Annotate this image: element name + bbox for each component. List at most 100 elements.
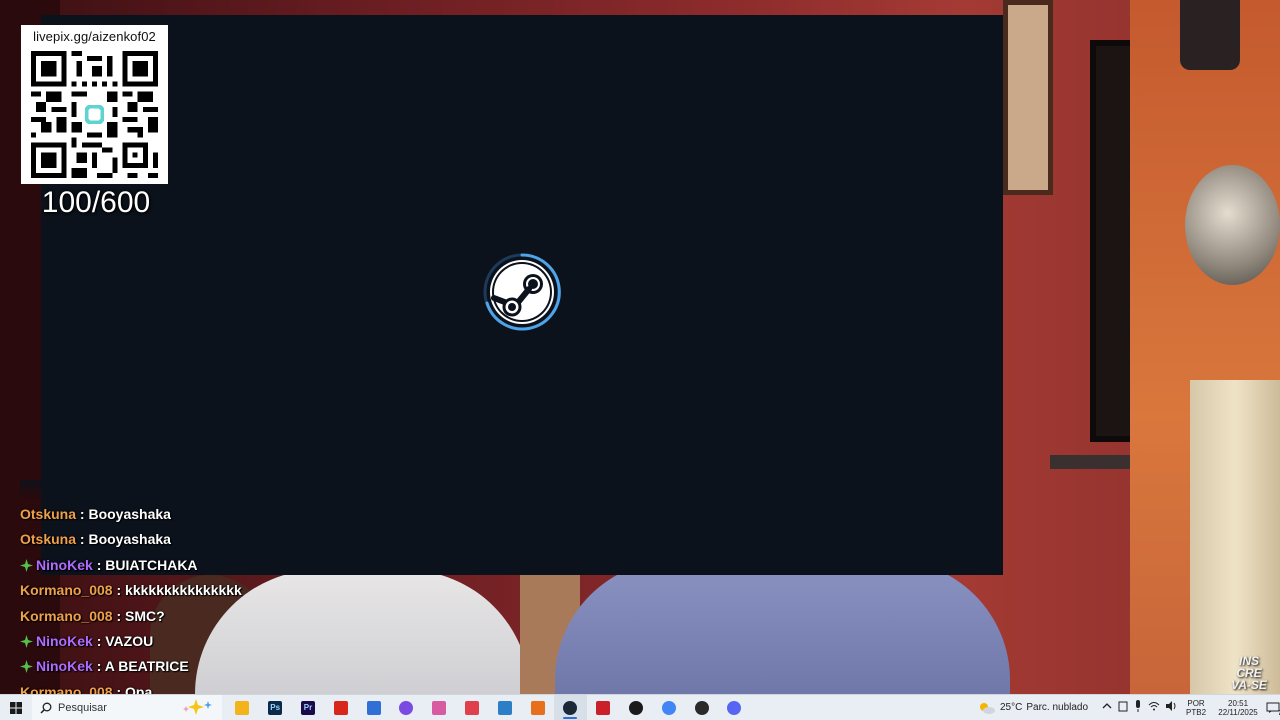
clock-time: 20:51 [1228,698,1249,708]
chat-username[interactable]: Kormano_008 [20,684,113,694]
chat-separator: : [96,633,102,649]
chat-username[interactable]: Kormano_008 [20,608,113,624]
chat-message-text: BUIATCHAKA [105,556,198,573]
chat-message-text: VAZOU [105,633,154,649]
file-explorer-taskbar-button[interactable] [226,695,259,720]
premiere-icon: Pr [300,700,315,715]
notepad-taskbar-button[interactable] [357,695,390,720]
weather-widget[interactable]: 25°C Parc. nublado [978,701,1088,715]
dark-circle-app-icon [628,700,643,715]
chat-message-text: kkkkkkkkkkkkkkk [125,582,242,599]
system-tray: 25°C Parc. nublado POR PTB2 20:51 22/11/… [978,695,1280,720]
start-button[interactable] [0,695,32,720]
chrome-icon [661,700,676,715]
chat-fade-top [20,480,450,498]
app-label: Pr [303,703,313,712]
taskbar-search-box[interactable]: Pesquisar [32,695,222,720]
chat-separator: : [116,683,122,694]
livepix-url: livepix.gg/aizenkof02 [33,29,156,44]
chat-message: NinoKek : BUIATCHAKA [20,554,198,576]
volume-icon[interactable] [1166,701,1178,714]
chat-separator: : [116,607,122,624]
donation-goal-counter: 100/600 [41,186,151,219]
book-app-icon [464,700,479,715]
obs-taskbar-button[interactable] [685,695,718,720]
chat-username[interactable]: NinoKek [36,557,93,573]
scene-picture-frame [1003,0,1053,195]
scene-lamp [1180,0,1240,70]
chat-separator: : [116,582,122,599]
chat-message: Kormano_008 : SMC? [20,605,165,627]
chat-message: Otskuna : Booyashaka [20,503,171,525]
input-language[interactable]: POR PTB2 [1184,699,1208,717]
steam-taskbar-button[interactable] [553,695,587,720]
scene-stand [1050,455,1130,469]
obsidian-taskbar-button[interactable] [390,695,423,720]
vscode-like-icon [497,700,512,715]
windows-taskbar: Pesquisar Ps Pr 25°C Parc. nublado POR P… [0,694,1280,720]
chat-separator: : [79,531,85,548]
chat-username[interactable]: NinoKek [36,658,93,674]
obs-icon [694,700,709,715]
subscribe-watermark: INS CRE VA-SE [1224,655,1274,691]
discord-icon [727,700,742,715]
chat-username[interactable]: Otskuna [20,506,76,522]
chrome-taskbar-button[interactable] [652,695,685,720]
notification-center-icon[interactable]: 7 [1266,702,1280,717]
red-diamond-icon [596,700,611,715]
notepad-icon [366,700,381,715]
partly-cloudy-icon [980,702,995,714]
steam-icon [563,700,578,715]
search-placeholder: Pesquisar [58,701,107,714]
weather-temp: 25°C [1000,702,1023,713]
chat-message: NinoKek : A BEATRICE [20,655,189,677]
stream-chat-overlay: Otskuna : Booyashaka Otskuna : Booyashaka… [20,480,450,694]
file-explorer-icon [235,700,250,715]
ai-app-icon [432,700,447,715]
copilot-sparkle-icon [183,699,212,715]
taskbar-pinned-apps: Ps Pr [226,695,751,720]
language-code: POR [1187,698,1205,708]
chat-message-text: A BEATRICE [104,658,189,675]
fire-app-taskbar-button[interactable] [521,695,554,720]
obsidian-icon [399,700,414,715]
discord-taskbar-button[interactable] [718,695,751,720]
chat-separator: : [79,506,85,522]
red-diamond-taskbar-button[interactable] [587,695,620,720]
ai-app-taskbar-button[interactable] [423,695,456,720]
acrobat-taskbar-button[interactable] [324,695,357,720]
chat-message: Kormano_008 : Opa [20,681,152,694]
microphone-icon[interactable] [1134,700,1142,715]
chat-username[interactable]: NinoKek [36,633,93,649]
steam-logo-icon [481,251,563,333]
tablet-mode-icon[interactable] [1118,701,1128,715]
livepix-qr-card: livepix.gg/aizenkof02 [21,25,168,184]
chat-separator: : [96,556,102,573]
acrobat-icon [333,700,348,715]
premiere-taskbar-button[interactable]: Pr [292,695,325,720]
app-label: Ps [270,703,281,712]
chat-message: NinoKek : VAZOU [20,630,153,652]
search-icon [40,702,52,714]
chevron-up-icon[interactable] [1102,702,1112,713]
chat-message-text: SMC? [125,607,165,624]
chat-username[interactable]: Otskuna [20,531,76,547]
photoshop-taskbar-button[interactable]: Ps [259,695,292,720]
clock-date: 22/11/2025 [1218,707,1258,717]
chat-badge-icon [20,558,33,572]
scene-column [1190,380,1280,694]
fire-app-icon [530,700,545,715]
chat-message: Kormano_008 : kkkkkkkkkkkkkkk [20,579,242,601]
scene-vase [1185,165,1280,285]
wifi-icon[interactable] [1148,701,1160,714]
chat-message-text: Opa [125,683,153,694]
book-app-taskbar-button[interactable] [456,695,489,720]
chat-badge-icon [20,635,33,648]
taskbar-clock[interactable]: 20:51 22/11/2025 [1216,699,1260,717]
chat-username[interactable]: Kormano_008 [20,582,113,598]
dark-circle-app-taskbar-button[interactable] [620,695,653,720]
scene-person-blue-shirt [555,560,1010,694]
chat-message: Otskuna : Booyashaka [20,528,171,550]
vscode-like-taskbar-button[interactable] [488,695,521,720]
qr-code-image [31,51,158,178]
